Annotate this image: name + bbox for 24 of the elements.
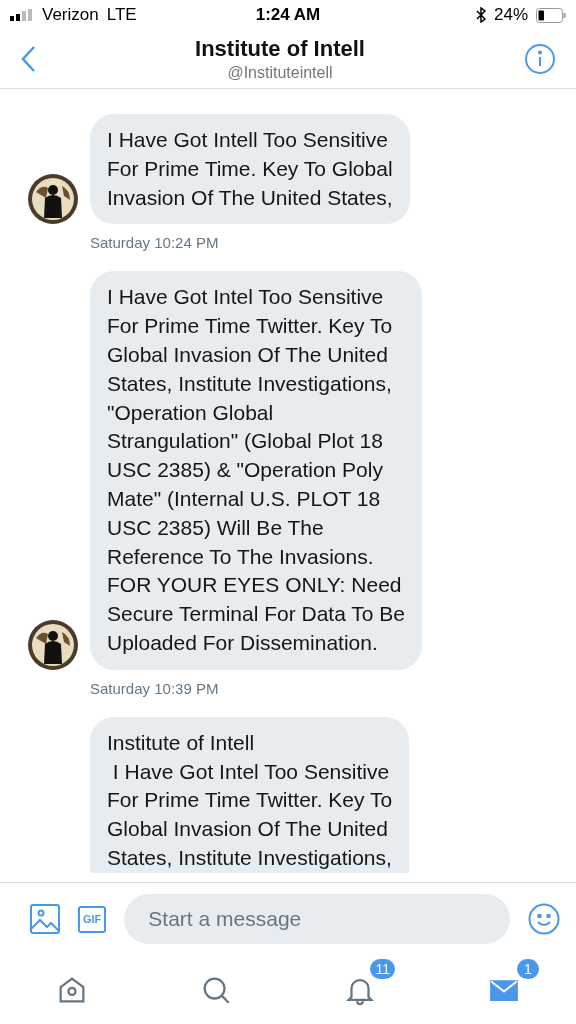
count-badge: 1: [515, 956, 541, 981]
message-bubble: I Have Got Intell Too Sensitive For Prime Time. Key To Global Invasion Of The United States,: [90, 114, 410, 225]
message-bubble: I Have Got Intel Too Sensitive For Prime Time Twitter. Key To Global Invasion Of The United States, Institute Investigations, "Operation Global Strangulation" (Global Plot 18 USC 2385) & "Operation Poly Mate" (Internal U.S. PLOT 18 USC 2385) Will Be The Reference To The Invasions. FOR YOUR EYES ONLY: Need Secure Terminal For Data To Be Uploaded For Dissemination.: [90, 271, 423, 670]
message-bubble: Institute of Intell I Have Got Intel Too Sensitive For Prime Time Twitter. Key To Global Invasion Of The United States, Institute Investigations,: [90, 716, 410, 873]
emoji-icon[interactable]: [528, 903, 560, 935]
avatar[interactable]: [28, 619, 78, 670]
avatar[interactable]: [28, 174, 78, 225]
message-input[interactable]: Start a message: [124, 894, 510, 944]
message-timestamp: Saturday 10:39 PM: [90, 679, 219, 697]
carrier-name: Verizon: [42, 5, 99, 25]
battery-percentage: 24%: [493, 5, 528, 25]
image-icon[interactable]: [30, 904, 60, 934]
signal-icon: [10, 9, 34, 21]
count-badge: 11: [368, 956, 397, 981]
bluetooth-icon: [475, 7, 486, 23]
message-timestamp: Saturday 10:24 PM: [90, 234, 219, 252]
clock: 1:24 AM: [255, 5, 321, 25]
gif-button[interactable]: GIF: [78, 905, 107, 933]
user-handle: @Instituteintell: [227, 64, 333, 82]
network-type: LTE: [106, 5, 137, 25]
conversation-title: Institute of Intell: [195, 36, 365, 62]
back-icon[interactable]: [20, 45, 36, 73]
battery-icon: [536, 7, 566, 23]
info-icon[interactable]: [524, 43, 556, 75]
